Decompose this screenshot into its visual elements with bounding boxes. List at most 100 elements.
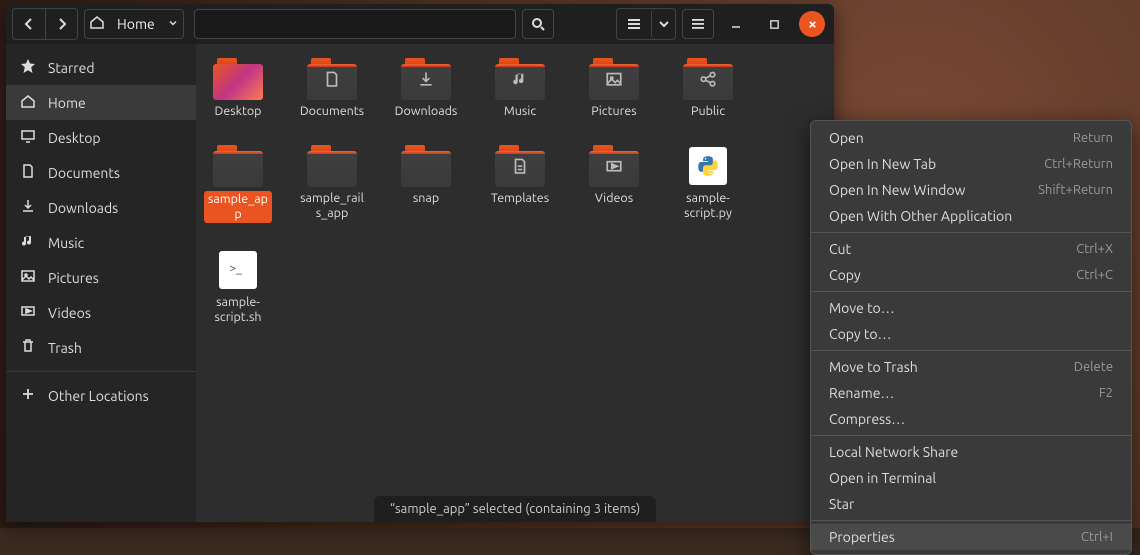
context-menu-item[interactable]: Cut Ctrl+X — [811, 236, 1131, 262]
context-menu-label: Open — [829, 130, 864, 146]
file-manager-window: Home Starred Home Desktop Documents Download… — [6, 4, 834, 522]
sidebar: Starred Home Desktop Documents Downloads Musi… — [6, 44, 196, 522]
file-item[interactable]: Downloads — [392, 58, 460, 119]
sidebar-item-label: Documents — [48, 165, 120, 181]
python-file-icon — [689, 147, 727, 185]
sidebar-item-documents[interactable]: Documents — [6, 155, 196, 190]
file-label: sample_app — [204, 191, 272, 223]
context-menu-item[interactable]: Open With Other Application — [811, 203, 1131, 229]
context-menu-label: Local Network Share — [829, 444, 958, 460]
hamburger-menu-button[interactable] — [682, 9, 714, 39]
path-bar[interactable]: Home — [84, 9, 184, 39]
context-menu-item[interactable]: Move to Trash Delete — [811, 354, 1131, 380]
context-menu-item[interactable]: Open In New TabCtrl+Return — [811, 151, 1131, 177]
context-menu-label: Copy — [829, 267, 861, 283]
context-menu-item[interactable]: Open in Terminal — [811, 465, 1131, 491]
nav-group — [12, 8, 78, 40]
file-item[interactable]: sample_app — [204, 145, 272, 223]
context-menu-shortcut: Ctrl+X — [1076, 242, 1113, 256]
sidebar-item-pictures[interactable]: Pictures — [6, 260, 196, 295]
context-menu-label: Copy to… — [829, 326, 891, 342]
content-area[interactable]: Desktop Documents Downloads Music Pictures Pu… — [196, 44, 834, 522]
context-menu-item[interactable]: Copy to… — [811, 321, 1131, 347]
file-item[interactable]: Documents — [298, 58, 366, 119]
chevron-down-icon[interactable] — [167, 15, 179, 33]
sidebar-item-label: Starred — [48, 60, 95, 76]
view-dropdown-button[interactable] — [651, 9, 675, 39]
file-item[interactable]: snap — [392, 145, 460, 223]
sidebar-item-label: Pictures — [48, 270, 99, 286]
context-menu-label: Open In New Tab — [829, 156, 936, 172]
sidebar-item-label: Other Locations — [48, 388, 149, 404]
share-icon — [699, 70, 717, 92]
picture-icon — [20, 268, 36, 287]
context-menu-shortcut: Ctrl+I — [1081, 530, 1113, 544]
file-item[interactable]: sample-script.py — [674, 145, 742, 223]
close-button[interactable] — [799, 11, 825, 37]
sidebar-item-downloads[interactable]: Downloads — [6, 190, 196, 225]
star-icon — [20, 58, 36, 77]
file-item[interactable]: sample_rails_app — [298, 145, 366, 223]
file-item[interactable]: Pictures — [580, 58, 648, 119]
list-view-button[interactable] — [617, 9, 651, 39]
address-bar[interactable] — [194, 9, 516, 39]
file-label: sample-script.sh — [204, 295, 272, 325]
file-item[interactable]: Public — [674, 58, 742, 119]
file-label: snap — [413, 191, 439, 206]
svg-text:>_: >_ — [229, 262, 242, 275]
file-label: sample_rails_app — [298, 191, 366, 221]
context-menu-shortcut: Ctrl+C — [1076, 268, 1113, 282]
context-menu-label: Rename… — [829, 385, 894, 401]
maximize-button[interactable] — [761, 11, 787, 37]
context-menu-label: Move to Trash — [829, 359, 918, 375]
music-icon — [20, 233, 36, 252]
music-icon — [511, 70, 529, 92]
context-menu-shortcut: Delete — [1074, 360, 1113, 374]
context-menu-item[interactable]: Move to… — [811, 295, 1131, 321]
context-menu-item[interactable]: Star — [811, 491, 1131, 517]
sidebar-item-other-locations[interactable]: Other Locations — [6, 378, 196, 413]
file-item[interactable]: Videos — [580, 145, 648, 223]
context-menu-item[interactable]: Copy Ctrl+C — [811, 262, 1131, 288]
sidebar-item-label: Trash — [48, 340, 82, 356]
trash-icon — [20, 338, 36, 357]
picture-icon — [605, 70, 623, 92]
document-icon — [20, 163, 36, 182]
download-icon — [20, 198, 36, 217]
sidebar-item-starred[interactable]: Starred — [6, 50, 196, 85]
titlebar: Home — [6, 4, 834, 44]
sidebar-item-label: Music — [48, 235, 84, 251]
context-menu-label: Move to… — [829, 300, 895, 316]
context-menu-item[interactable]: Compress… — [811, 406, 1131, 432]
context-menu-label: Open In New Window — [829, 182, 965, 198]
file-label: sample-script.py — [674, 191, 742, 221]
file-item[interactable]: Desktop — [204, 58, 272, 119]
forward-button[interactable] — [45, 9, 77, 39]
context-menu-shortcut: Shift+Return — [1038, 183, 1113, 197]
status-bar: “sample_app” selected (containing 3 item… — [374, 496, 656, 522]
download-icon — [417, 70, 435, 92]
sidebar-item-music[interactable]: Music — [6, 225, 196, 260]
folder-icon — [213, 145, 263, 187]
search-button[interactable] — [522, 9, 554, 39]
sidebar-item-trash[interactable]: Trash — [6, 330, 196, 365]
sidebar-item-label: Downloads — [48, 200, 118, 216]
file-label: Public — [691, 104, 725, 119]
sidebar-item-desktop[interactable]: Desktop — [6, 120, 196, 155]
file-item[interactable]: >_ sample-script.sh — [204, 249, 272, 325]
back-button[interactable] — [13, 9, 45, 39]
file-item[interactable]: Templates — [486, 145, 554, 223]
context-menu-item[interactable]: Rename…F2 — [811, 380, 1131, 406]
minimize-button[interactable] — [723, 11, 749, 37]
sidebar-item-label: Home — [48, 95, 86, 111]
file-label: Desktop — [215, 104, 262, 119]
file-item[interactable]: Music — [486, 58, 554, 119]
context-menu-item[interactable]: Open In New Window Shift+Return — [811, 177, 1131, 203]
context-menu-item[interactable]: OpenReturn — [811, 125, 1131, 151]
sidebar-item-videos[interactable]: Videos — [6, 295, 196, 330]
template-icon — [511, 157, 529, 179]
context-menu: OpenReturnOpen In New TabCtrl+ReturnOpen… — [810, 120, 1132, 555]
context-menu-item[interactable]: Local Network Share — [811, 439, 1131, 465]
sidebar-item-home[interactable]: Home — [6, 85, 196, 120]
context-menu-label: Cut — [829, 241, 851, 257]
